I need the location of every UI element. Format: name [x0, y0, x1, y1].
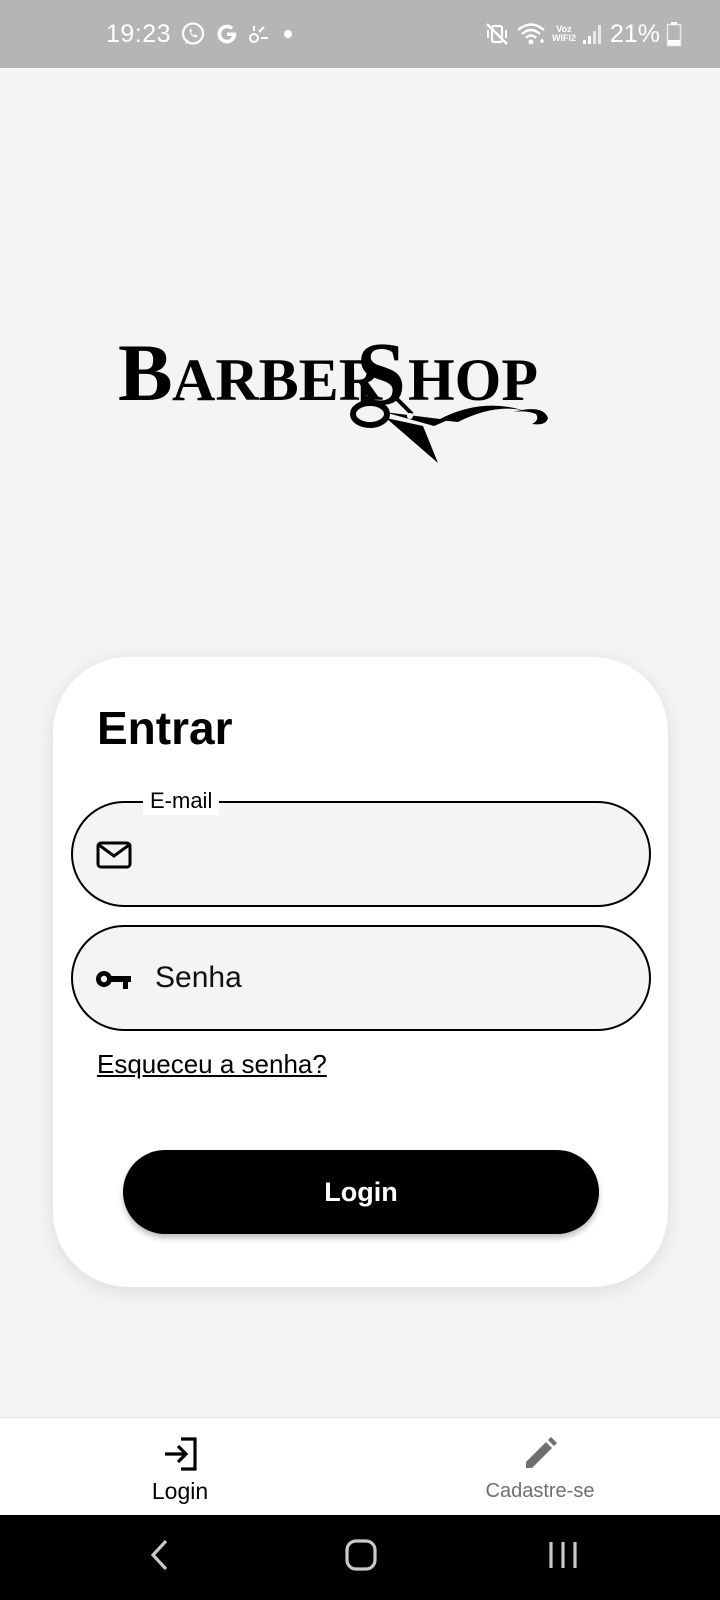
status-bar: 19:23 Voz WIFI2 21%	[0, 0, 720, 68]
home-button[interactable]	[316, 1515, 406, 1600]
login-arrow-icon	[161, 1436, 199, 1472]
login-card: Entrar E-mail Esqueceu a senha? Login	[53, 657, 668, 1287]
password-input[interactable]	[155, 927, 619, 1029]
recents-button[interactable]	[518, 1515, 608, 1600]
status-time: 19:23	[106, 19, 172, 48]
svg-text:ARBER: ARBER	[172, 347, 383, 413]
svg-text:B: B	[118, 327, 173, 418]
battery-icon	[666, 21, 682, 47]
mute-vibrate-icon	[484, 21, 510, 47]
wifi-icon	[516, 21, 546, 47]
dot-icon	[279, 25, 297, 43]
login-button[interactable]: Login	[123, 1150, 599, 1234]
battery-percent: 21%	[609, 19, 660, 48]
status-left-group: 19:23	[106, 0, 297, 68]
voz-label-bottom: WIFI2	[551, 33, 576, 43]
status-right-group: Voz WIFI2 21%	[484, 0, 682, 68]
key-icon	[95, 962, 133, 996]
signal-icon	[582, 22, 604, 46]
home-icon	[344, 1538, 378, 1577]
whatsapp-icon	[180, 21, 206, 47]
svg-text:HOP: HOP	[408, 347, 538, 413]
google-icon	[215, 22, 239, 46]
card-title: Entrar	[97, 702, 233, 754]
voz-wifi-label: Voz WIFI2	[552, 25, 576, 43]
email-input[interactable]	[155, 803, 619, 905]
svg-text:S: S	[356, 326, 406, 424]
nav-item-login[interactable]: Login	[0, 1418, 360, 1516]
barbershop-logo: B ARBER S HOP	[118, 326, 608, 476]
system-navigation-bar	[0, 1515, 720, 1600]
pencil-icon	[523, 1436, 557, 1472]
mail-icon	[95, 838, 133, 872]
back-icon	[148, 1538, 172, 1577]
bottom-navigation: Login Cadastre-se	[0, 1417, 720, 1515]
recents-icon	[547, 1540, 579, 1575]
nav-label-register: Cadastre-se	[485, 1480, 595, 1502]
forgot-password-link[interactable]: Esqueceu a senha?	[97, 1049, 327, 1080]
spark-icon	[248, 23, 270, 45]
nav-item-register[interactable]: Cadastre-se	[360, 1418, 720, 1516]
nav-label-login: Login	[151, 1478, 209, 1504]
back-button[interactable]	[115, 1515, 205, 1600]
email-field[interactable]: E-mail	[71, 787, 651, 907]
password-field[interactable]	[71, 925, 651, 1031]
